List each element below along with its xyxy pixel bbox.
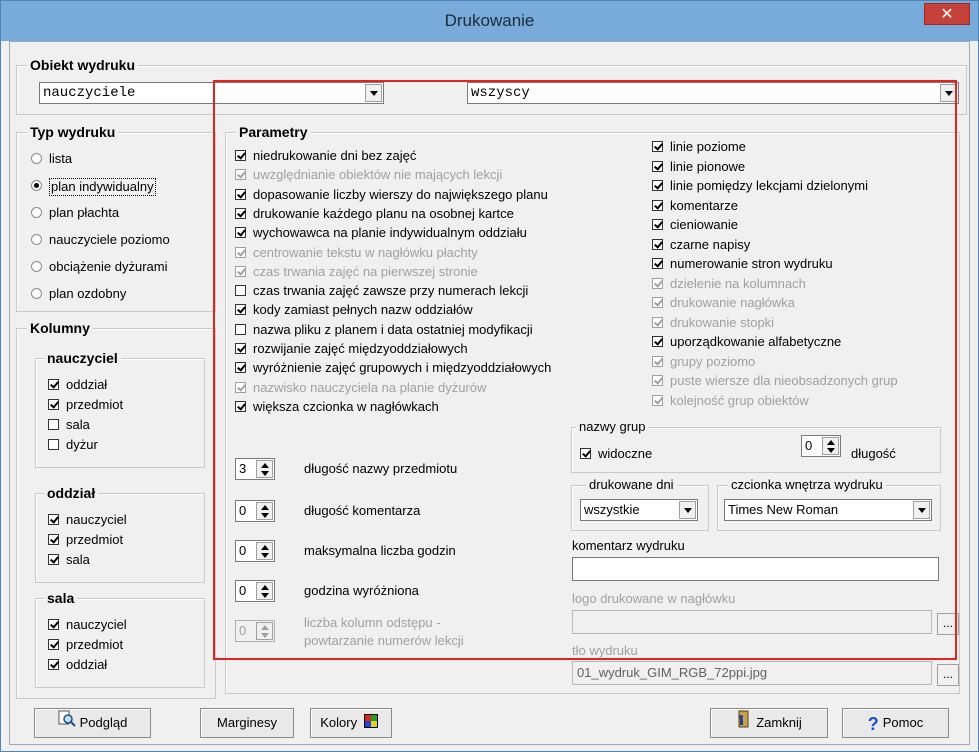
- question-mark-icon: ?: [867, 713, 879, 734]
- door-exit-icon: [736, 710, 752, 738]
- object-group-title: Obiekt wydruku: [27, 57, 139, 73]
- columns-class-group: oddział nauczyciel przedmiot sala: [35, 485, 205, 583]
- radio-dot[interactable]: [31, 234, 42, 245]
- preview-button[interactable]: Podgląd: [34, 708, 151, 738]
- columns-group: Kolumny nauczyciel oddział przedmiot sal…: [16, 320, 216, 699]
- print-type-title: Typ wydruku: [27, 124, 119, 140]
- print-type-group: Typ wydruku lista plan indywidualny plan…: [16, 124, 216, 312]
- magnifier-icon: [58, 710, 76, 738]
- columns-room-group: sala nauczyciel przedmiot oddział: [35, 590, 205, 688]
- radio-dot[interactable]: [31, 153, 42, 164]
- close-dialog-button[interactable]: Zamknij: [710, 708, 828, 738]
- columns-teacher-group: nauczyciel oddział przedmiot sala dyżur: [35, 350, 205, 468]
- radio-dot[interactable]: [31, 207, 42, 218]
- columns-room-title: sala: [44, 590, 78, 606]
- columns-class-title: oddział: [44, 485, 99, 501]
- margins-button[interactable]: Marginesy: [200, 708, 294, 738]
- close-button[interactable]: ✕: [924, 3, 970, 25]
- help-button[interactable]: ? Pomoc: [842, 708, 949, 738]
- title-bar[interactable]: Drukowanie ✕: [1, 1, 978, 41]
- colors-button[interactable]: Kolory: [310, 708, 392, 738]
- radio-dot[interactable]: [31, 288, 42, 299]
- print-dialog: Drukowanie ✕ Obiekt wydruku nauczyciele …: [0, 0, 979, 752]
- columns-teacher-title: nauczyciel: [44, 350, 121, 366]
- radio-dot[interactable]: [31, 261, 42, 272]
- object-select-value: nauczyciele: [43, 85, 136, 101]
- background-browse-button[interactable]: ...: [937, 664, 959, 686]
- radio-dot-selected[interactable]: [31, 180, 42, 191]
- columns-title: Kolumny: [27, 320, 93, 336]
- window-title: Drukowanie: [444, 11, 535, 30]
- background-input[interactable]: 01_wydruk_GIM_RGB_72ppi.jpg: [572, 661, 932, 685]
- highlight-frame: [213, 80, 957, 660]
- color-grid-icon: [363, 710, 378, 738]
